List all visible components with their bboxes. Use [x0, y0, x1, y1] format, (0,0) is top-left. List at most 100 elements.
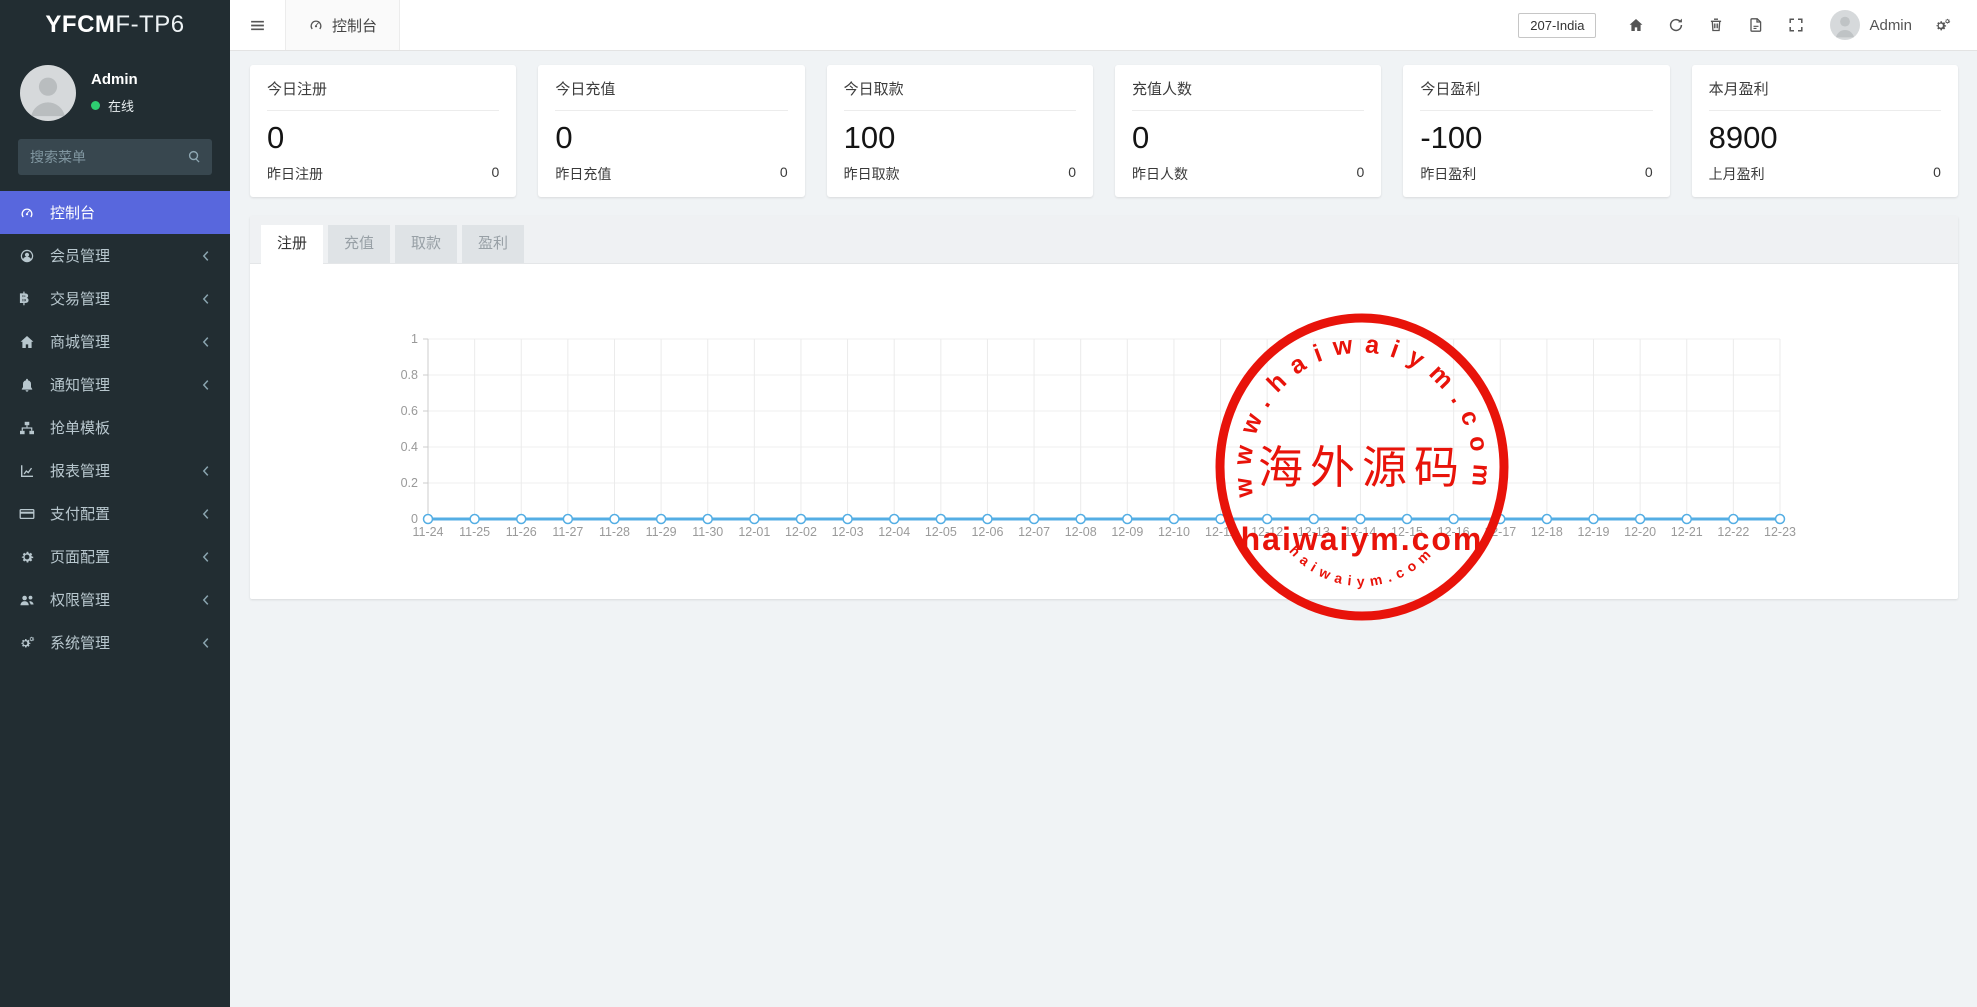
chart-tab[interactable]: 取款 — [395, 225, 457, 263]
sidebar-item-label: 商城管理 — [50, 331, 198, 352]
svg-text:12-06: 12-06 — [971, 525, 1003, 539]
stat-card-sublabel: 昨日充值 — [555, 164, 611, 184]
svg-text:12-08: 12-08 — [1065, 525, 1097, 539]
stat-card-subvalue: 0 — [1357, 164, 1365, 184]
svg-text:0: 0 — [411, 512, 418, 526]
stat-card-subrow: 昨日盈利0 — [1420, 164, 1652, 184]
stat-card-title: 今日注册 — [267, 78, 499, 111]
stat-card-title: 充值人数 — [1132, 78, 1364, 111]
chart-tab[interactable]: 注册 — [261, 225, 323, 264]
tachometer-icon — [19, 205, 41, 221]
chevron-left-icon — [198, 291, 214, 307]
svg-text:12-10: 12-10 — [1158, 525, 1190, 539]
refresh-icon[interactable] — [1656, 17, 1696, 33]
home-icon[interactable] — [1616, 17, 1656, 33]
svg-text:12-09: 12-09 — [1111, 525, 1143, 539]
users-icon — [19, 592, 41, 608]
user-info: Admin 在线 — [91, 71, 138, 115]
svg-text:12-15: 12-15 — [1391, 525, 1423, 539]
topbar-tab-dashboard[interactable]: 控制台 — [285, 0, 400, 50]
stat-card-subrow: 昨日人数0 — [1132, 164, 1364, 184]
sidebar-item[interactable]: 抢单模板 — [0, 406, 230, 449]
trash-icon[interactable] — [1696, 17, 1736, 33]
svg-text:12-03: 12-03 — [832, 525, 864, 539]
svg-text:12-01: 12-01 — [738, 525, 770, 539]
chevron-left-icon — [198, 592, 214, 608]
svg-text:12-16: 12-16 — [1438, 525, 1470, 539]
sidebar-item-label: 支付配置 — [50, 503, 198, 524]
avatar — [20, 65, 76, 121]
sidebar-item[interactable]: 商城管理 — [0, 320, 230, 363]
report-icon — [19, 463, 41, 479]
sidebar-item-label: 通知管理 — [50, 374, 198, 395]
stat-card-subvalue: 0 — [1645, 164, 1653, 184]
mall-icon — [19, 334, 41, 350]
sidebar-item-label: 权限管理 — [50, 589, 198, 610]
stat-card-subvalue: 0 — [1933, 164, 1941, 184]
search-icon[interactable] — [187, 149, 202, 169]
hamburger-menu-icon[interactable] — [230, 17, 285, 34]
sidebar-item[interactable]: 通知管理 — [0, 363, 230, 406]
stat-card-title: 本月盈利 — [1709, 78, 1941, 111]
sidebar-item[interactable]: 报表管理 — [0, 449, 230, 492]
chevron-left-icon — [198, 506, 214, 522]
sidebar-item-label: 页面配置 — [50, 546, 198, 567]
stat-card-value: 0 — [555, 120, 787, 156]
sidebar-item[interactable]: ฿ 交易管理 — [0, 277, 230, 320]
user-status: 在线 — [91, 96, 138, 115]
brand-logo: YFCMF-TP6 — [0, 0, 230, 50]
brand-bold: YFCM — [45, 11, 115, 39]
svg-text:12-07: 12-07 — [1018, 525, 1050, 539]
stat-card-sublabel: 昨日取款 — [844, 164, 900, 184]
chart-tab[interactable]: 盈利 — [462, 225, 524, 263]
stat-card-title: 今日盈利 — [1420, 78, 1652, 111]
fullscreen-icon[interactable] — [1776, 17, 1816, 33]
svg-text:12-12: 12-12 — [1251, 525, 1283, 539]
admin-user-menu[interactable]: Admin — [1830, 10, 1912, 40]
sidebar: YFCMF-TP6 Admin 在线 — [0, 0, 230, 1007]
svg-text:12-22: 12-22 — [1717, 525, 1749, 539]
avatar — [1830, 10, 1860, 40]
chevron-left-icon — [198, 635, 214, 651]
sidebar-item[interactable]: 控制台 — [0, 191, 230, 234]
stat-card-value: 8900 — [1709, 120, 1941, 156]
topbar-tab-label: 控制台 — [332, 15, 377, 36]
sidebar-item[interactable]: 系统管理 — [0, 621, 230, 664]
chevron-left-icon — [198, 334, 214, 350]
stat-card-subvalue: 0 — [1068, 164, 1076, 184]
stat-card-value: 0 — [1132, 120, 1364, 156]
stat-card-value: 0 — [267, 120, 499, 156]
sidebar-item[interactable]: 会员管理 — [0, 234, 230, 277]
svg-text:12-23: 12-23 — [1764, 525, 1796, 539]
registrations-line-chart: 00.20.40.60.8111-2411-2511-2611-2711-281… — [250, 264, 1958, 599]
member-icon — [19, 248, 41, 264]
user-name: Admin — [91, 71, 138, 88]
topbar: 控制台 207-India — [230, 0, 1977, 51]
search-input[interactable] — [18, 139, 212, 175]
stat-card-value: -100 — [1420, 120, 1652, 156]
sidebar-item[interactable]: 支付配置 — [0, 492, 230, 535]
sidebar-item-label: 交易管理 — [50, 288, 198, 309]
chart-panel: 注册充值取款盈利 00.20.40.60.8111-2411-2511-2611… — [250, 216, 1958, 599]
tachometer-icon — [308, 17, 324, 33]
svg-text:11-26: 11-26 — [506, 525, 537, 539]
clear-cache-icon[interactable] — [1736, 17, 1776, 33]
svg-text:11-25: 11-25 — [459, 525, 490, 539]
stat-card-title: 今日充值 — [555, 78, 787, 111]
region-select[interactable]: 207-India — [1518, 13, 1596, 38]
stat-card-subrow: 上月盈利0 — [1709, 164, 1941, 184]
svg-text:11-27: 11-27 — [552, 525, 583, 539]
svg-text:0.4: 0.4 — [401, 440, 418, 454]
stat-card-sublabel: 昨日注册 — [267, 164, 323, 184]
sidebar-nav: 控制台会员管理 ฿ 交易管理商城管理通知管理抢单模板报表管理支付配置页面配置权限管理… — [0, 191, 230, 664]
admin-name-label: Admin — [1869, 17, 1912, 34]
svg-text:12-19: 12-19 — [1578, 525, 1610, 539]
bitcoin-icon: ฿ — [19, 291, 41, 306]
stat-card-subrow: 昨日取款 0 — [844, 164, 1076, 184]
sidebar-item[interactable]: 权限管理 — [0, 578, 230, 621]
settings-cogs-icon[interactable] — [1922, 17, 1963, 34]
sidebar-item-label: 会员管理 — [50, 245, 198, 266]
chart-tab[interactable]: 充值 — [328, 225, 390, 263]
sidebar-item-label: 控制台 — [50, 202, 214, 223]
sidebar-item[interactable]: 页面配置 — [0, 535, 230, 578]
